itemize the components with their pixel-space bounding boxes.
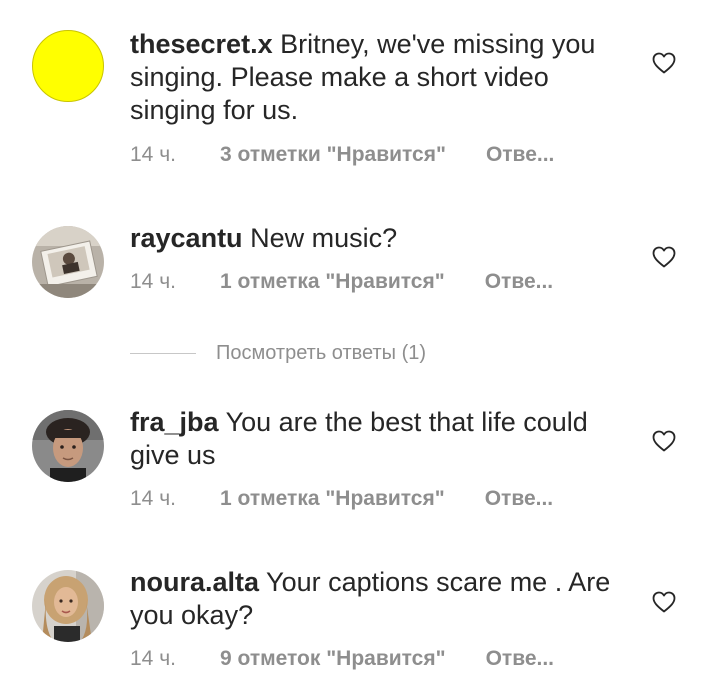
comment-meta: 14 ч. 9 отметок "Нравится" Отве...: [130, 647, 554, 671]
comment-username[interactable]: fra_jba: [130, 407, 219, 437]
reply-button[interactable]: Отве...: [486, 647, 554, 671]
comment-likes-count[interactable]: 1 отметка "Нравится": [220, 270, 445, 294]
avatar[interactable]: [32, 30, 104, 102]
comment-text: raycantu New music?: [130, 222, 630, 255]
reply-button[interactable]: Отве...: [485, 487, 553, 511]
comment-text: fra_jba You are the best that life could…: [130, 406, 630, 472]
comment-likes-count[interactable]: 9 отметок "Нравится": [220, 647, 446, 671]
comment-username[interactable]: noura.alta: [130, 567, 259, 597]
heart-icon[interactable]: [652, 430, 676, 452]
comment-username[interactable]: raycantu: [130, 223, 243, 253]
comment-meta: 14 ч. 1 отметка "Нравится" Отве...: [130, 487, 553, 511]
avatar[interactable]: [32, 226, 104, 298]
comment-time: 14 ч.: [130, 487, 176, 510]
heart-icon[interactable]: [652, 246, 676, 268]
comment-username[interactable]: thesecret.x: [130, 29, 273, 59]
replies-divider: [130, 352, 196, 354]
reply-button[interactable]: Отве...: [486, 143, 554, 167]
comment-text: noura.alta Your captions scare me . Are …: [130, 566, 630, 632]
heart-icon[interactable]: [652, 52, 676, 74]
comment-time: 14 ч.: [130, 143, 176, 166]
view-replies-link[interactable]: Посмотреть ответы (1): [130, 338, 426, 368]
comment-likes-count[interactable]: 3 отметки "Нравится": [220, 143, 446, 167]
avatar[interactable]: [32, 410, 104, 482]
heart-icon[interactable]: [652, 591, 676, 613]
comment-likes-count[interactable]: 1 отметка "Нравится": [220, 487, 445, 511]
comment-text: thesecret.x Britney, we've missing you s…: [130, 28, 630, 127]
view-replies-label[interactable]: Посмотреть ответы (1): [216, 342, 426, 365]
reply-button[interactable]: Отве...: [485, 270, 553, 294]
comment-body: New music?: [250, 223, 398, 253]
comment-meta: 14 ч. 1 отметка "Нравится" Отве...: [130, 270, 553, 294]
comment-time: 14 ч.: [130, 647, 176, 670]
comment-time: 14 ч.: [130, 270, 176, 293]
avatar[interactable]: [32, 570, 104, 642]
comment-meta: 14 ч. 3 отметки "Нравится" Отве...: [130, 143, 554, 167]
